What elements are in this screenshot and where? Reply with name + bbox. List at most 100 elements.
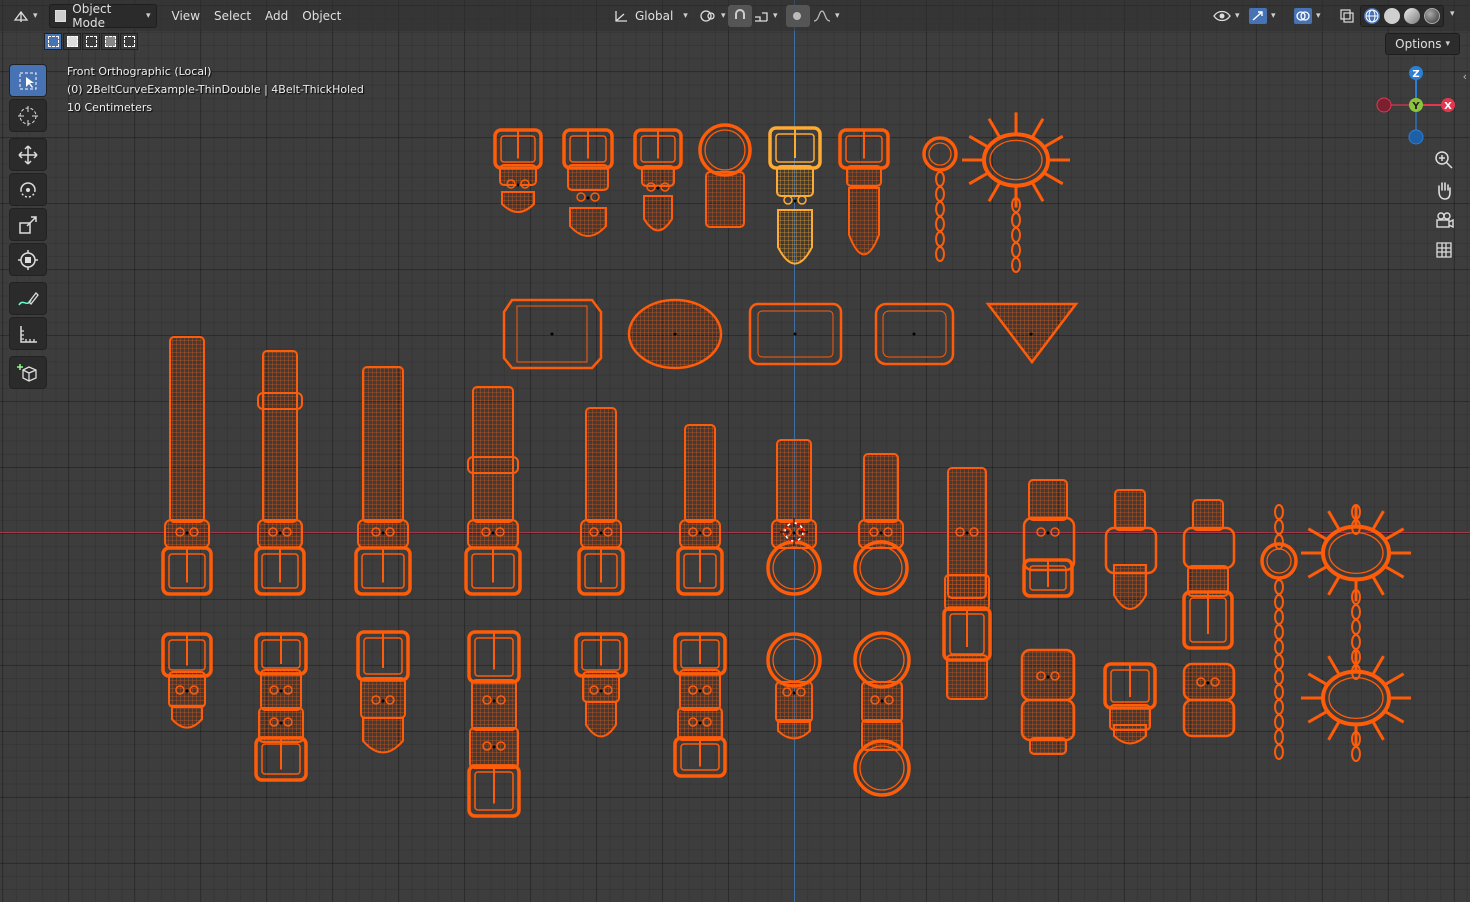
bottom-part-5[interactable] — [574, 632, 628, 738]
sidebar-toggle-arrow[interactable]: ‹ — [1463, 70, 1467, 83]
belt-short-12[interactable] — [1182, 499, 1236, 650]
select-subtract-button[interactable] — [82, 33, 100, 50]
xray-icon — [1340, 8, 1354, 23]
proportional-falloff-dropdown[interactable]: ▾ — [808, 5, 845, 27]
rendered-shading-button[interactable] — [1424, 8, 1440, 24]
shading-options-caret[interactable]: ▾ — [1450, 9, 1455, 19]
wireframe-shading-button[interactable] — [1364, 8, 1380, 24]
annotate-tool[interactable] — [9, 282, 47, 315]
mode-dropdown[interactable]: Object Mode ▾ — [48, 1, 157, 30]
belt-short-10[interactable] — [1022, 479, 1076, 598]
snap-target-dropdown[interactable]: ▾ — [748, 5, 783, 27]
buckle-plate-triangle[interactable] — [985, 302, 1079, 365]
add-cube-tool[interactable] — [9, 356, 47, 389]
3d-viewport[interactable] — [0, 0, 1470, 902]
object-mode-icon — [54, 9, 67, 22]
long-belt-6[interactable] — [676, 424, 724, 596]
annotate-pencil-icon — [18, 291, 39, 305]
menu-select[interactable]: Select — [207, 9, 258, 23]
camera-view-button[interactable] — [1430, 206, 1458, 234]
scene-objects[interactable] — [0, 0, 1470, 902]
belt-short-11[interactable] — [1104, 489, 1158, 610]
select-invert-button[interactable] — [101, 33, 119, 50]
gizmo-neg-z-axis[interactable] — [1408, 129, 1424, 145]
select-intersect-button[interactable] — [120, 33, 138, 50]
scale-tool[interactable] — [9, 208, 47, 241]
menu-view[interactable]: View — [165, 9, 207, 23]
ortho-toggle-button[interactable] — [1430, 236, 1458, 264]
belt-part-top-2[interactable] — [562, 128, 614, 237]
long-belt-2[interactable] — [254, 350, 306, 596]
belt-part-top-6[interactable] — [838, 128, 890, 256]
proportional-edit-icon — [793, 11, 801, 20]
tool-shelf — [9, 64, 49, 391]
snap-increment-icon — [755, 11, 768, 22]
transform-tool[interactable] — [9, 243, 47, 276]
select-new-button[interactable] — [44, 33, 62, 50]
belt-part-top-3[interactable] — [633, 128, 683, 232]
select-extend-button[interactable] — [63, 33, 81, 50]
long-belt-7[interactable] — [766, 439, 822, 596]
buckle-plate-1[interactable] — [502, 298, 603, 370]
move-tool[interactable] — [9, 138, 47, 171]
gizmo-dropdown[interactable]: ▾ — [1244, 5, 1281, 27]
belt-part-top-active[interactable] — [768, 126, 822, 265]
chain-part-top[interactable] — [922, 136, 958, 262]
bottom-part-7[interactable] — [766, 632, 822, 740]
material-shading-button[interactable] — [1404, 8, 1420, 24]
camera-icon — [1436, 212, 1454, 229]
buckle-plate-oval[interactable] — [627, 298, 723, 370]
bottom-part-11[interactable] — [1182, 662, 1236, 738]
overlay-icon — [1294, 7, 1312, 24]
belt-part-top-1[interactable] — [493, 128, 543, 213]
pan-button[interactable] — [1430, 176, 1458, 204]
belt-part-top-4[interactable] — [698, 123, 752, 228]
options-dropdown[interactable]: Options ▾ — [1385, 33, 1460, 55]
visibility-dropdown[interactable]: ▾ — [1208, 5, 1245, 27]
chain-belt-13[interactable] — [1260, 504, 1298, 760]
editor-type-button[interactable]: ▾ — [8, 5, 43, 27]
rotate-tool[interactable] — [9, 173, 47, 206]
measure-tool[interactable] — [9, 317, 47, 350]
long-belt-8[interactable] — [853, 453, 909, 596]
long-belt-3[interactable] — [354, 366, 412, 596]
select-box-tool[interactable] — [9, 64, 47, 97]
bottom-part-3[interactable] — [356, 630, 410, 754]
bottom-part-8[interactable] — [853, 631, 911, 797]
long-belt-4[interactable] — [464, 386, 522, 596]
buckle-plate-3[interactable] — [748, 302, 843, 366]
gizmo-y-label: Y — [1411, 101, 1420, 112]
menu-add[interactable]: Add — [258, 9, 295, 23]
viewport-info: Front Orthographic (Local) (0) 2BeltCurv… — [67, 63, 364, 117]
scale-icon — [19, 215, 37, 234]
pivot-dropdown[interactable]: ▾ — [694, 5, 731, 27]
long-belt-9[interactable] — [942, 467, 992, 700]
long-belt-1[interactable] — [161, 336, 213, 596]
measure-ruler-icon — [20, 325, 37, 343]
bottom-part-6[interactable] — [673, 632, 727, 778]
bottom-part-10[interactable] — [1103, 662, 1157, 745]
rotate-icon — [20, 181, 36, 198]
orientation-icon — [615, 10, 627, 22]
bottom-part-1[interactable] — [161, 632, 213, 729]
buckle-plate-4[interactable] — [874, 302, 955, 366]
overlay-dropdown[interactable]: ▾ — [1289, 5, 1326, 27]
spiked-ring-top[interactable] — [962, 112, 1070, 273]
bottom-part-2[interactable] — [254, 632, 308, 782]
xray-toggle[interactable] — [1334, 5, 1360, 27]
long-belt-5[interactable] — [577, 407, 625, 596]
add-cube-icon — [17, 363, 37, 382]
orientation-dropdown[interactable]: Global ▾ — [608, 5, 693, 27]
gizmo-neg-x-axis[interactable] — [1376, 97, 1392, 113]
bottom-part-9[interactable] — [1020, 648, 1076, 755]
mode-label: Object Mode — [72, 1, 112, 30]
navigation-gizmo[interactable]: Z X Y — [1370, 60, 1462, 152]
zoom-button[interactable] — [1430, 146, 1458, 174]
proportional-edit-toggle[interactable] — [786, 4, 810, 27]
spiked-chain-14[interactable] — [1301, 504, 1411, 762]
bottom-part-4[interactable] — [467, 630, 521, 818]
solid-shading-button[interactable] — [1384, 8, 1400, 24]
viewport-header: ▾ Object Mode ▾ View Select Add Object G… — [0, 0, 1470, 31]
cursor-tool[interactable] — [9, 99, 47, 132]
menu-object[interactable]: Object — [295, 9, 348, 23]
